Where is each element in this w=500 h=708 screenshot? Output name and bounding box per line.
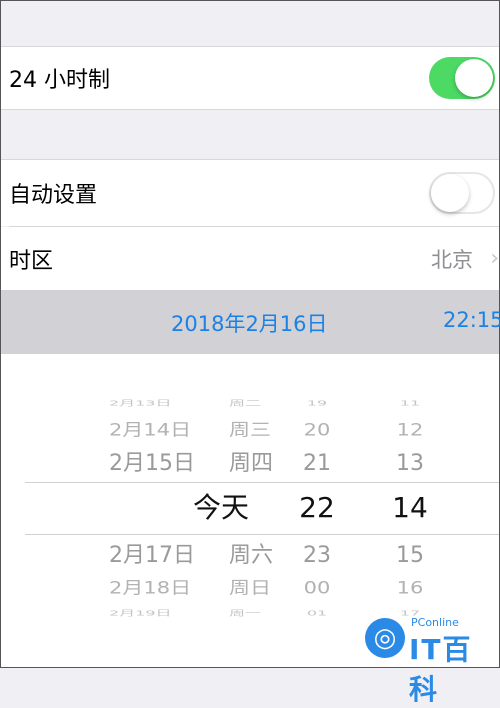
timezone-row[interactable]: 时区 北京 › xyxy=(1,227,499,290)
picker-day: 周六 xyxy=(229,543,274,568)
picker-hour: 20 xyxy=(303,420,331,440)
picker-minute: 14 xyxy=(392,491,428,524)
toggle-knob xyxy=(455,59,493,97)
auto-set-toggle[interactable] xyxy=(429,172,495,214)
picker-row[interactable]: 2月17日 周六 23 15 xyxy=(1,536,499,576)
picker-hour: 00 xyxy=(303,578,331,598)
picker-date: 2月17日 xyxy=(109,543,195,568)
picker-minute: 15 xyxy=(396,543,424,568)
picker-day: 周三 xyxy=(229,420,271,440)
picker-hour: 21 xyxy=(303,451,331,476)
hour24-row: 24 小时制 xyxy=(1,47,499,109)
toggle-knob xyxy=(431,174,469,212)
auto-set-row: 自动设置 xyxy=(1,160,499,226)
hour24-label: 24 小时制 xyxy=(9,68,110,93)
picker-minute: 16 xyxy=(396,578,424,598)
picker-hour: 19 xyxy=(306,398,328,408)
picker-hour: 01 xyxy=(306,608,328,618)
picker-day: 周日 xyxy=(229,578,271,598)
chevron-right-icon: › xyxy=(490,246,499,271)
picker-hour: 23 xyxy=(303,543,331,568)
picker-minute: 13 xyxy=(396,451,424,476)
picker-minute: 12 xyxy=(396,420,424,440)
pconline-logo-icon: ◎ xyxy=(365,618,405,658)
selected-datetime-bar[interactable]: 2018年2月16日 22:15 xyxy=(1,290,500,354)
picker-date: 2月19日 xyxy=(109,608,172,618)
watermark-title: IT百科 xyxy=(409,633,473,706)
picker-date: 2月15日 xyxy=(109,451,195,476)
picker-row-selected[interactable]: 今天 22 14 xyxy=(1,488,499,528)
picker-row[interactable]: 2月18日 周日 00 16 xyxy=(1,572,499,604)
hour24-toggle[interactable] xyxy=(429,57,495,99)
picker-row[interactable]: 2月14日 周三 20 12 xyxy=(1,414,499,446)
picker-date: 2月13日 xyxy=(109,398,172,408)
pconline-watermark: ◎ PConline IT百科 xyxy=(365,612,485,706)
picker-hour: 22 xyxy=(299,491,335,524)
picker-day: 周二 xyxy=(229,398,262,408)
timezone-value: 北京 xyxy=(431,247,473,272)
selected-date: 2018年2月16日 xyxy=(171,312,328,336)
picker-row[interactable]: 2月13日 周二 19 11 xyxy=(1,394,499,412)
picker-day: 周四 xyxy=(229,451,274,476)
picker-date: 2月18日 xyxy=(109,578,192,598)
picker-date: 今天 xyxy=(193,491,250,524)
timezone-label: 时区 xyxy=(9,248,54,274)
selected-time: 22:15 xyxy=(443,308,500,332)
picker-row[interactable]: 2月15日 周四 21 13 xyxy=(1,444,499,484)
auto-set-label: 自动设置 xyxy=(9,183,98,208)
picker-minute: 11 xyxy=(399,398,421,408)
picker-day: 周一 xyxy=(229,608,262,618)
picker-date: 2月14日 xyxy=(109,420,192,440)
